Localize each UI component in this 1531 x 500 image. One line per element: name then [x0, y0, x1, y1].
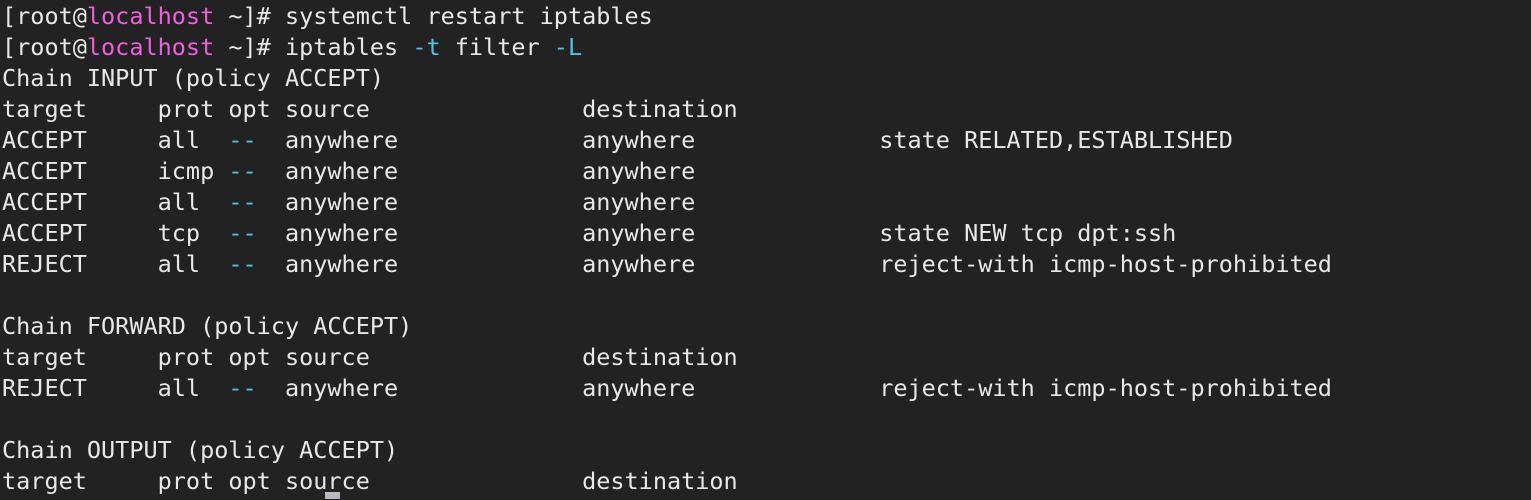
line-10-blank-seg-0 [2, 281, 16, 309]
terminal-screen[interactable]: [root@localhost ~]# systemctl restart ip… [2, 1, 1332, 497]
line-5-rule-input-1-seg-1: -- [228, 126, 257, 154]
line-16-header-output-seg-0: target prot opt source destination [2, 467, 738, 495]
line-12-header-forward: target prot opt source destination [2, 342, 1332, 373]
line-13-rule-forward-1-seg-2: anywhere anywhere reject-with icmp-host-… [256, 374, 1332, 402]
line-2-prompt-iptables-seg-5: -L [553, 33, 583, 61]
line-5-rule-input-1-seg-0: ACCEPT all [2, 126, 229, 154]
line-8-rule-input-4-seg-1: -- [228, 219, 257, 247]
line-2-prompt-iptables-seg-1: localhost [86, 33, 215, 61]
line-2-prompt-iptables-seg-0: [root@ [2, 33, 87, 61]
line-13-rule-forward-1-seg-0: REJECT all [2, 374, 229, 402]
line-7-rule-input-3-seg-1: -- [228, 188, 257, 216]
line-7-rule-input-3: ACCEPT all -- anywhere anywhere [2, 187, 1332, 218]
line-13-rule-forward-1-seg-1: -- [228, 374, 257, 402]
line-11-chain-forward-seg-0: Chain FORWARD (policy ACCEPT) [2, 312, 413, 340]
line-9-rule-input-5: REJECT all -- anywhere anywhere reject-w… [2, 249, 1332, 280]
line-15-chain-output: Chain OUTPUT (policy ACCEPT) [2, 435, 1332, 466]
line-16-header-output: target prot opt source destination [2, 466, 1332, 497]
line-12-header-forward-seg-0: target prot opt source destination [2, 343, 738, 371]
line-8-rule-input-4: ACCEPT tcp -- anywhere anywhere state NE… [2, 218, 1332, 249]
line-11-chain-forward: Chain FORWARD (policy ACCEPT) [2, 311, 1332, 342]
line-8-rule-input-4-seg-2: anywhere anywhere state NEW tcp dpt:ssh [256, 219, 1177, 247]
line-4-header-input: target prot opt source destination [2, 94, 1332, 125]
line-2-prompt-iptables-seg-2: ~]# iptables [214, 33, 413, 61]
line-14-blank-seg-0 [2, 405, 16, 433]
line-1-prompt-systemctl-seg-2: ~]# systemctl restart iptables [214, 2, 653, 30]
line-6-rule-input-2-seg-0: ACCEPT icmp [2, 157, 229, 185]
line-8-rule-input-4-seg-0: ACCEPT tcp [2, 219, 229, 247]
line-9-rule-input-5-seg-1: -- [228, 250, 257, 278]
line-9-rule-input-5-seg-0: REJECT all [2, 250, 229, 278]
line-6-rule-input-2: ACCEPT icmp -- anywhere anywhere [2, 156, 1332, 187]
line-9-rule-input-5-seg-2: anywhere anywhere reject-with icmp-host-… [256, 250, 1332, 278]
line-4-header-input-seg-0: target prot opt source destination [2, 95, 738, 123]
terminal-window[interactable]: [root@localhost ~]# systemctl restart ip… [0, 0, 1531, 500]
line-6-rule-input-2-seg-2: anywhere anywhere [256, 157, 696, 185]
line-1-prompt-systemctl-seg-0: [root@ [2, 2, 87, 30]
line-1-prompt-systemctl-seg-1: localhost [86, 2, 215, 30]
line-7-rule-input-3-seg-2: anywhere anywhere [256, 188, 696, 216]
line-1-prompt-systemctl: [root@localhost ~]# systemctl restart ip… [2, 1, 1332, 32]
line-2-prompt-iptables: [root@localhost ~]# iptables -t filter -… [2, 32, 1332, 63]
line-3-chain-input-seg-0: Chain INPUT (policy ACCEPT) [2, 64, 385, 92]
line-14-blank [2, 404, 1332, 435]
line-7-rule-input-3-seg-0: ACCEPT all [2, 188, 229, 216]
terminal-cursor [325, 492, 340, 499]
line-5-rule-input-1-seg-2: anywhere anywhere state RELATED,ESTABLIS… [256, 126, 1233, 154]
line-2-prompt-iptables-seg-4: filter [440, 33, 554, 61]
line-13-rule-forward-1: REJECT all -- anywhere anywhere reject-w… [2, 373, 1332, 404]
line-2-prompt-iptables-seg-3: -t [412, 33, 441, 61]
line-15-chain-output-seg-0: Chain OUTPUT (policy ACCEPT) [2, 436, 399, 464]
line-10-blank [2, 280, 1332, 311]
line-3-chain-input: Chain INPUT (policy ACCEPT) [2, 63, 1332, 94]
line-6-rule-input-2-seg-1: -- [228, 157, 257, 185]
line-5-rule-input-1: ACCEPT all -- anywhere anywhere state RE… [2, 125, 1332, 156]
